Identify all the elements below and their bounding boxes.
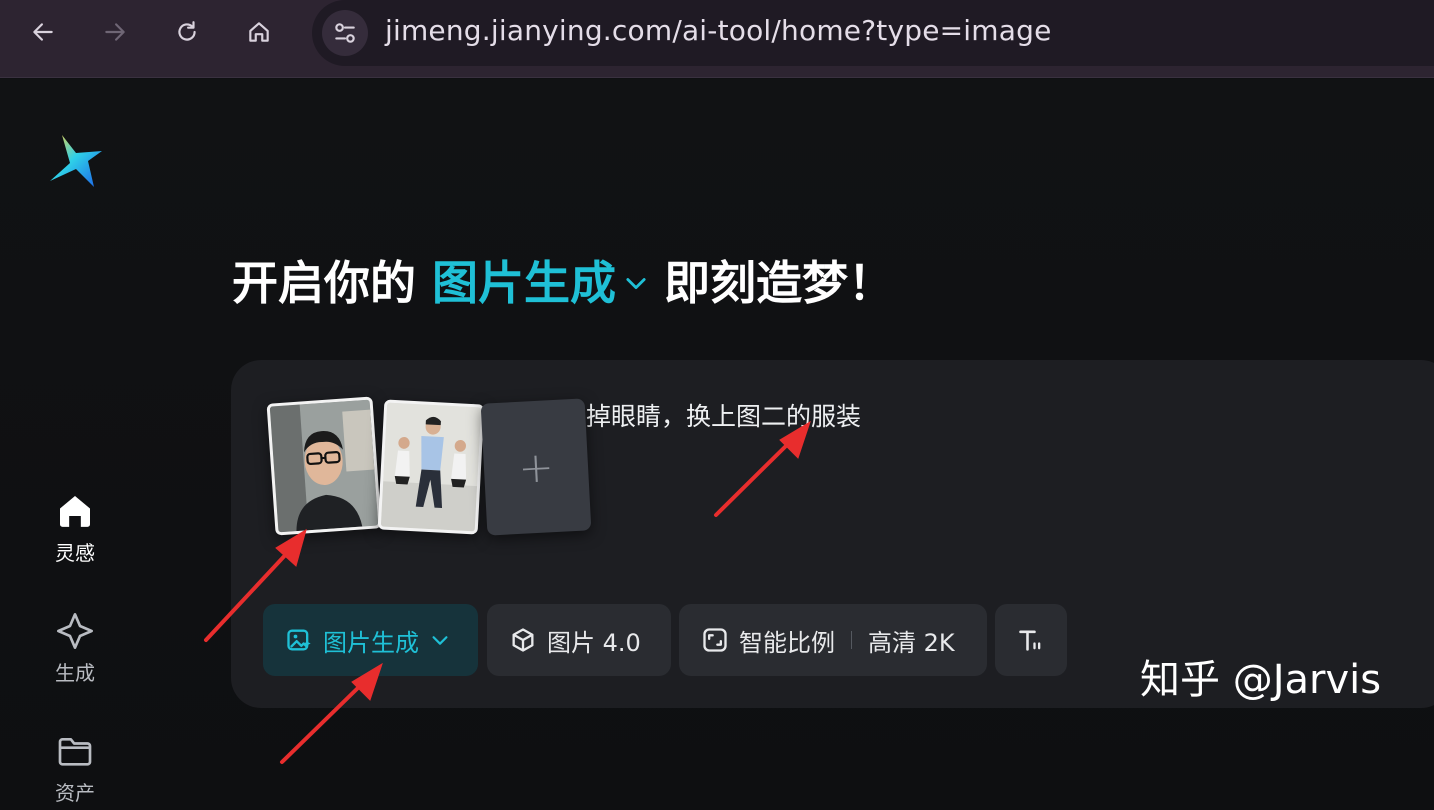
watermark: 知乎 @Jarvis (1140, 657, 1382, 703)
site-info-button[interactable] (322, 10, 368, 56)
chevron-down-icon[interactable] (622, 269, 650, 297)
home-button[interactable] (239, 12, 279, 52)
generation-type-label: 图片生成 (323, 628, 419, 657)
divider (851, 631, 852, 649)
sidebar-item-assets[interactable]: 资产 (36, 731, 114, 806)
sparkle-icon (57, 613, 93, 649)
home-icon (60, 496, 90, 527)
jimeng-logo[interactable] (48, 133, 104, 189)
text-style-button[interactable] (995, 604, 1067, 676)
sidebar-item-generate[interactable]: 生成 (36, 611, 114, 686)
reference-image-2[interactable] (377, 399, 485, 535)
tune-icon (335, 23, 355, 43)
reload-icon (178, 21, 196, 41)
reload-button[interactable] (167, 12, 207, 52)
reference-image-1[interactable] (266, 396, 382, 536)
forward-button[interactable] (95, 12, 135, 52)
home-icon (249, 22, 269, 42)
text-format-icon (1019, 630, 1041, 651)
image-generate-icon (287, 629, 311, 651)
ratio-quality-button[interactable]: 智能比例 高清 2K (679, 604, 987, 676)
plus-icon: + (517, 441, 555, 493)
generation-type-button[interactable]: 图片生成 (263, 604, 478, 676)
url-text[interactable]: jimeng.jianying.com/ai-tool/home?type=im… (385, 14, 1052, 47)
sidebar-item-label: 生成 (55, 661, 95, 685)
ratio-label: 智能比例 (739, 628, 835, 657)
quality-label: 高清 2K (868, 628, 955, 657)
add-image-button[interactable]: + (480, 398, 592, 536)
chevron-down-icon (432, 636, 448, 645)
mode-selector[interactable]: 图片生成 (432, 247, 616, 313)
arrow-left-icon (33, 23, 53, 41)
headline-prefix: 开启你的 (232, 256, 416, 310)
headline-suffix: 即刻造梦！ (664, 256, 894, 310)
arrow-right-icon (105, 23, 125, 41)
model-label: 图片 4.0 (547, 628, 641, 657)
model-selector-button[interactable]: 图片 4.0 (487, 604, 671, 676)
page-headline: 开启你的 图片生成 即刻造梦！ (232, 247, 894, 313)
folder-icon (58, 738, 92, 766)
sidebar-item-label: 资产 (55, 781, 95, 805)
cube-icon (512, 628, 534, 652)
aspect-ratio-icon (703, 628, 727, 652)
address-bar[interactable]: jimeng.jianying.com/ai-tool/home?type=im… (312, 0, 1434, 66)
back-button[interactable] (23, 12, 63, 52)
sidebar-item-label: 灵感 (55, 541, 95, 565)
browser-toolbar: jimeng.jianying.com/ai-tool/home?type=im… (0, 0, 1434, 78)
sidebar-item-inspiration[interactable]: 灵感 (36, 491, 114, 566)
